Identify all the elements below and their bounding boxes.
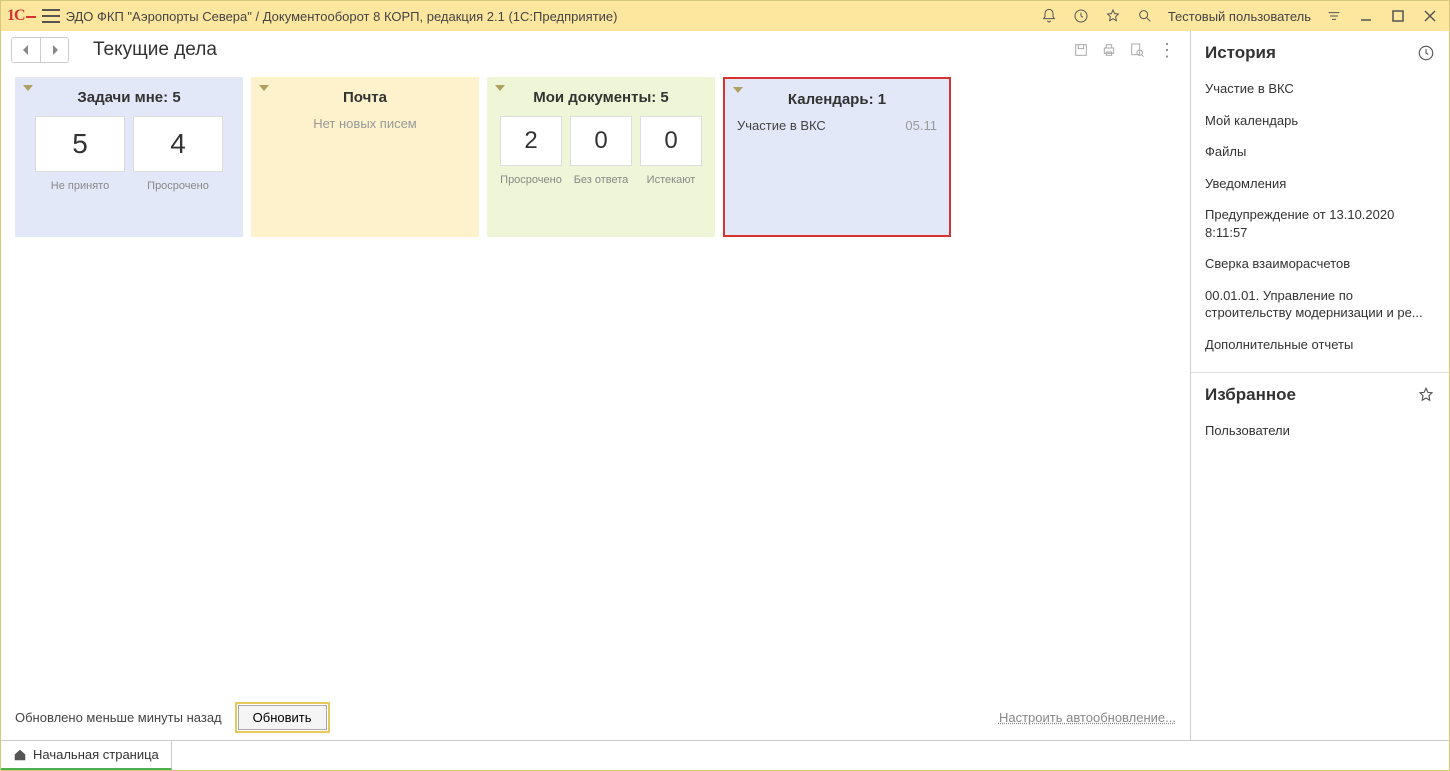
page-toolbar: Текущие дела ⋮	[1, 31, 1190, 69]
updated-text: Обновлено меньше минуты назад	[15, 710, 222, 725]
home-icon	[13, 748, 27, 762]
mydocs-noreply-label: Без ответа	[570, 174, 632, 186]
print-icon[interactable]	[1098, 39, 1120, 61]
chevron-down-icon[interactable]	[495, 85, 505, 91]
calendar-item-text: Участие в ВКС	[737, 118, 826, 133]
nav-forward-button[interactable]	[40, 38, 68, 62]
content-area: Задачи мне: 5 5 4 Не принято Просрочено …	[1, 69, 1190, 695]
titlebar: 1С ЭДО ФКП "Аэропорты Севера" / Документ…	[1, 1, 1449, 31]
star-icon[interactable]	[1100, 3, 1126, 29]
save-icon[interactable]	[1070, 39, 1092, 61]
history-item[interactable]: Мой календарь	[1205, 105, 1435, 137]
chevron-down-icon[interactable]	[733, 87, 743, 93]
history-section: История Участие в ВКС Мой календарь Файл…	[1191, 31, 1449, 373]
main-area: Текущие дела ⋮ Задачи мне: 5 5 4	[1, 31, 1191, 740]
more-menu[interactable]: ⋮	[1154, 42, 1180, 58]
history-item[interactable]: Файлы	[1205, 136, 1435, 168]
widget-tasks-title: Задачи мне: 5	[25, 89, 233, 106]
history-item[interactable]: 00.01.01. Управление по строительству мо…	[1205, 280, 1435, 329]
mydocs-expiring-tile[interactable]: 0	[640, 116, 702, 166]
widget-calendar-title: Календарь: 1	[735, 91, 939, 108]
page-title: Текущие дела	[75, 39, 217, 61]
mydocs-expiring-label: Истекают	[640, 174, 702, 186]
widget-calendar[interactable]: Календарь: 1 Участие в ВКС 05.11	[723, 77, 951, 237]
close-button[interactable]	[1417, 3, 1443, 29]
bell-icon[interactable]	[1036, 3, 1062, 29]
clock-history-icon[interactable]	[1068, 3, 1094, 29]
main-menu-button[interactable]	[42, 9, 60, 23]
logo-1c: 1С	[7, 7, 36, 25]
calendar-item[interactable]: Участие в ВКС 05.11	[735, 118, 939, 133]
widget-mydocs-title: Мои документы: 5	[497, 89, 705, 106]
mydocs-overdue-tile[interactable]: 2	[500, 116, 562, 166]
nav-back-button[interactable]	[12, 38, 40, 62]
minimize-button[interactable]	[1353, 3, 1379, 29]
widget-tasks[interactable]: Задачи мне: 5 5 4 Не принято Просрочено	[15, 77, 243, 237]
widget-mail-title: Почта	[261, 89, 469, 106]
tasks-not-accepted-tile[interactable]: 5	[35, 116, 125, 172]
tasks-overdue-label: Просрочено	[133, 180, 223, 192]
chevron-down-icon[interactable]	[259, 85, 269, 91]
history-title: История	[1205, 43, 1276, 63]
settings-lines-icon[interactable]	[1321, 3, 1347, 29]
refresh-button[interactable]: Обновить	[238, 705, 327, 730]
widget-mydocs[interactable]: Мои документы: 5 2 0 0 Просрочено Без от…	[487, 77, 715, 237]
history-item[interactable]: Участие в ВКС	[1205, 73, 1435, 105]
history-item[interactable]: Уведомления	[1205, 168, 1435, 200]
widget-mail[interactable]: Почта Нет новых писем	[251, 77, 479, 237]
chevron-down-icon[interactable]	[23, 85, 33, 91]
bottom-bar: Обновлено меньше минуты назад Обновить Н…	[1, 695, 1190, 740]
tab-home[interactable]: Начальная страница	[1, 741, 172, 770]
favorites-section: Избранное Пользователи	[1191, 373, 1449, 459]
user-name[interactable]: Тестовый пользователь	[1164, 9, 1315, 24]
app-frame: 1С ЭДО ФКП "Аэропорты Севера" / Документ…	[0, 0, 1450, 771]
favorite-item[interactable]: Пользователи	[1205, 415, 1435, 447]
tasks-not-accepted-label: Не принято	[35, 180, 125, 192]
maximize-button[interactable]	[1385, 3, 1411, 29]
app-title: ЭДО ФКП "Аэропорты Севера" / Документооб…	[66, 9, 618, 24]
search-icon[interactable]	[1132, 3, 1158, 29]
bottom-tabs: Начальная страница	[1, 740, 1449, 770]
mydocs-noreply-tile[interactable]: 0	[570, 116, 632, 166]
auto-refresh-link[interactable]: Настроить автообновление...	[999, 710, 1176, 725]
clock-icon[interactable]	[1417, 44, 1435, 62]
tab-home-label: Начальная страница	[33, 747, 159, 762]
mail-empty-text: Нет новых писем	[261, 116, 469, 131]
favorites-title: Избранное	[1205, 385, 1296, 405]
star-icon[interactable]	[1417, 386, 1435, 404]
history-item[interactable]: Предупреждение от 13.10.2020 8:11:57	[1205, 199, 1435, 248]
history-item[interactable]: Дополнительные отчеты	[1205, 329, 1435, 361]
tasks-overdue-tile[interactable]: 4	[133, 116, 223, 172]
calendar-item-date: 05.11	[905, 118, 937, 133]
mydocs-overdue-label: Просрочено	[500, 174, 562, 186]
nav-buttons	[11, 37, 69, 63]
history-item[interactable]: Сверка взаиморасчетов	[1205, 248, 1435, 280]
page-search-icon[interactable]	[1126, 39, 1148, 61]
side-panel: История Участие в ВКС Мой календарь Файл…	[1191, 31, 1449, 740]
